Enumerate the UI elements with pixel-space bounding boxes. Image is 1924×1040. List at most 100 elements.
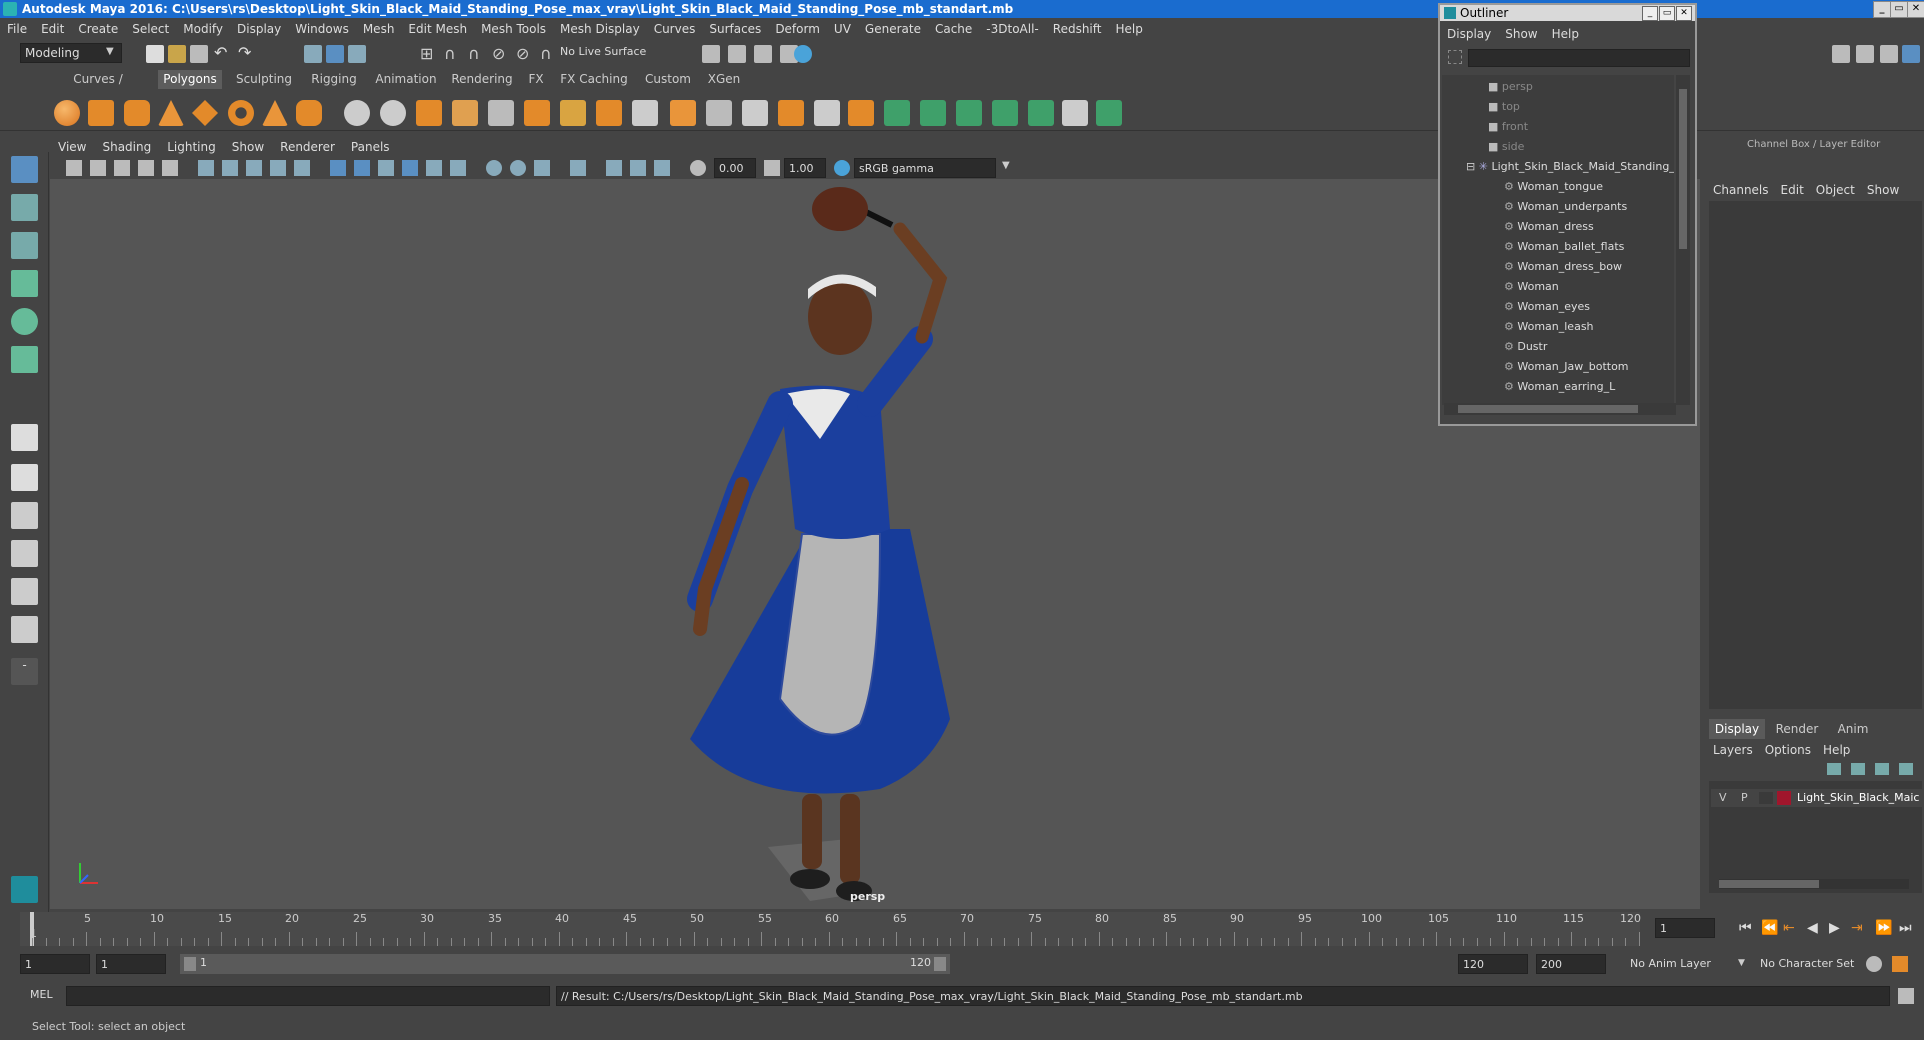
- tab-sculpting[interactable]: Sculpting: [232, 70, 296, 89]
- gamma-icon[interactable]: [764, 160, 780, 176]
- exposure-icon[interactable]: [690, 160, 706, 176]
- tab-render[interactable]: Render: [1769, 719, 1825, 739]
- outliner-item-woman-jaw-bottom[interactable]: ⚙ Woman_Jaw_bottom: [1504, 357, 1629, 377]
- menu-windows[interactable]: Windows: [288, 18, 356, 40]
- tab-animation[interactable]: Animation: [372, 70, 440, 89]
- layer-horizontal-scrollbar[interactable]: [1719, 879, 1909, 889]
- gamma-field[interactable]: 1.00: [784, 158, 826, 178]
- tab-xgen[interactable]: XGen: [704, 70, 744, 89]
- outliner-item-front[interactable]: ■ front: [1488, 117, 1528, 137]
- poly-cylinder-icon[interactable]: [124, 100, 150, 126]
- camera-attributes-icon[interactable]: [66, 160, 82, 176]
- auto-key-icon[interactable]: [1866, 956, 1882, 972]
- snap-view-icon[interactable]: ⊘: [492, 44, 505, 63]
- save-scene-icon[interactable]: [190, 45, 208, 63]
- animation-preferences-icon[interactable]: [1892, 956, 1908, 972]
- append-icon[interactable]: [596, 100, 622, 126]
- layer-color-swatch[interactable]: [1777, 791, 1791, 805]
- tab-fx[interactable]: FX: [524, 70, 548, 89]
- new-layer-selected-icon[interactable]: [1899, 763, 1913, 775]
- menu-3dtoall[interactable]: -3DtoAll-: [979, 18, 1045, 40]
- menu-help[interactable]: Help: [1108, 18, 1149, 40]
- select-object-icon[interactable]: [326, 45, 344, 63]
- outliner-close-button[interactable]: ✕: [1676, 6, 1692, 21]
- viewport-menu-show[interactable]: Show: [224, 137, 272, 157]
- range-slider[interactable]: 1 120: [180, 954, 950, 974]
- poly-cone-icon[interactable]: [158, 100, 184, 126]
- menu-deform[interactable]: Deform: [768, 18, 827, 40]
- merge-icon[interactable]: [742, 100, 768, 126]
- move-layer-up-icon[interactable]: [1827, 763, 1841, 775]
- snap-grid-icon[interactable]: ⊞: [420, 44, 433, 63]
- layer-menu-options[interactable]: Options: [1759, 741, 1817, 759]
- textured-icon[interactable]: [402, 160, 418, 176]
- extrude-icon[interactable]: [524, 100, 550, 126]
- scroll-thumb[interactable]: [1719, 880, 1819, 888]
- menu-modify[interactable]: Modify: [176, 18, 230, 40]
- snap-point-icon[interactable]: ∩: [468, 44, 480, 63]
- isolate-select-icon[interactable]: [570, 160, 586, 176]
- xray-components-icon[interactable]: [654, 160, 670, 176]
- 2d-pan-zoom-icon[interactable]: [138, 160, 154, 176]
- uv-planar-icon[interactable]: [884, 100, 910, 126]
- insert-edge-loop-icon[interactable]: [632, 100, 658, 126]
- poly-sphere-icon[interactable]: [54, 100, 80, 126]
- poly-plane-icon[interactable]: [192, 100, 218, 126]
- grease-pencil-icon[interactable]: [162, 160, 178, 176]
- rotate-tool-icon[interactable]: [11, 308, 38, 335]
- outliner-item-woman-dress[interactable]: ⚙ Woman_dress: [1504, 217, 1594, 237]
- outliner-item-dustr[interactable]: ⚙ Dustr: [1504, 337, 1547, 357]
- layout-custom-icon[interactable]: [11, 616, 38, 643]
- playback-end-field[interactable]: 120: [1458, 954, 1528, 974]
- uv-editor-icon[interactable]: [1096, 100, 1122, 126]
- bevel-icon[interactable]: [488, 100, 514, 126]
- outliner-vertical-scrollbar[interactable]: [1676, 75, 1690, 405]
- layer-type-toggle[interactable]: [1759, 792, 1773, 804]
- outliner-item-woman-dress-bow[interactable]: ⚙ Woman_dress_bow: [1504, 257, 1622, 277]
- outliner-item-woman[interactable]: ⚙ Woman: [1504, 277, 1559, 297]
- render-view-icon[interactable]: [702, 45, 720, 63]
- tool-settings-icon[interactable]: [1880, 45, 1898, 63]
- tab-curves-surfaces[interactable]: Curves / Surfaces: [50, 70, 146, 105]
- colorspace-dropdown[interactable]: sRGB gamma: [854, 158, 996, 178]
- tab-custom[interactable]: Custom: [642, 70, 694, 89]
- snap-vertex-icon[interactable]: ∩: [540, 44, 552, 63]
- combine-icon[interactable]: [344, 100, 370, 126]
- channel-menu-channels[interactable]: Channels: [1707, 181, 1775, 199]
- ipr-render-icon[interactable]: [754, 45, 772, 63]
- outliner-item-root[interactable]: ⊟ ✳ Light_Skin_Black_Maid_Standing_: [1466, 157, 1674, 177]
- layer-menu-help[interactable]: Help: [1817, 741, 1856, 759]
- scale-tool-icon[interactable]: [11, 346, 38, 373]
- viewport-menu-lighting[interactable]: Lighting: [159, 137, 224, 157]
- open-scene-icon[interactable]: [168, 45, 186, 63]
- smooth-icon[interactable]: [452, 100, 478, 126]
- color-management-icon[interactable]: [834, 160, 850, 176]
- ambient-occlusion-icon[interactable]: [486, 160, 502, 176]
- motion-blur-icon[interactable]: [510, 160, 526, 176]
- menu-mesh[interactable]: Mesh: [356, 18, 402, 40]
- xray-icon[interactable]: [606, 160, 622, 176]
- viewport-menu-panels[interactable]: Panels: [343, 137, 398, 157]
- hypershade-icon[interactable]: [794, 45, 812, 63]
- viewport-menu-view[interactable]: View: [50, 137, 94, 157]
- menu-cache[interactable]: Cache: [928, 18, 979, 40]
- uv-unfold-icon[interactable]: [1028, 100, 1054, 126]
- poly-cube-icon[interactable]: [88, 100, 114, 126]
- attribute-editor-icon[interactable]: [1856, 45, 1874, 63]
- outliner-item-woman-tongue[interactable]: ⚙ Woman_tongue: [1504, 177, 1603, 197]
- slide-edge-icon[interactable]: [814, 100, 840, 126]
- tab-anim[interactable]: Anim: [1829, 719, 1877, 739]
- more-layouts-icon[interactable]: -: [11, 658, 38, 685]
- flip-icon[interactable]: [848, 100, 874, 126]
- step-forward-key-icon[interactable]: ⏩: [1875, 920, 1892, 936]
- menu-generate[interactable]: Generate: [858, 18, 928, 40]
- render-frame-icon[interactable]: [728, 45, 746, 63]
- outliner-item-side[interactable]: ■ side: [1488, 137, 1524, 157]
- undo-icon[interactable]: ↶: [214, 43, 227, 62]
- uv-cylindrical-icon[interactable]: [920, 100, 946, 126]
- scroll-thumb[interactable]: [1679, 89, 1687, 249]
- wireframe-icon[interactable]: [330, 160, 346, 176]
- select-tool-icon[interactable]: [11, 156, 38, 183]
- bridge-icon[interactable]: [560, 100, 586, 126]
- step-back-frame-icon[interactable]: ⇤: [1783, 920, 1795, 936]
